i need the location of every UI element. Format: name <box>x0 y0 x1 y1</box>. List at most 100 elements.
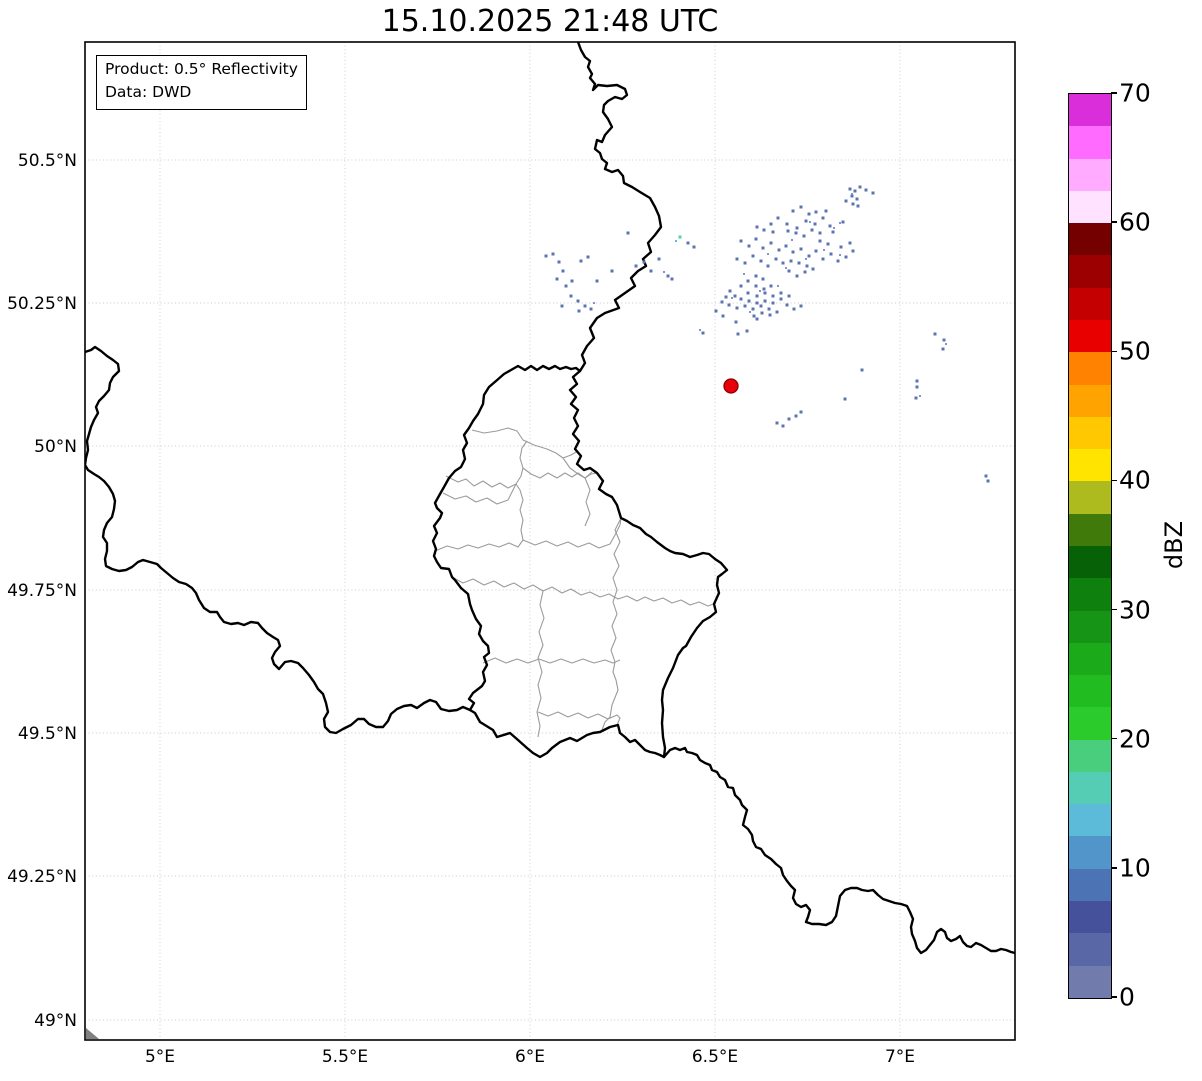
radar-echo-pixel <box>858 185 862 189</box>
radar-echo-pixel <box>836 259 840 263</box>
radar-echo-pixel <box>802 234 806 238</box>
radar-echo-pixel <box>807 212 811 216</box>
radar-echo-pixel <box>663 271 665 273</box>
radar-echo-pixel <box>561 269 565 273</box>
radar-echo-pixel <box>919 395 921 397</box>
radar-echo-pixel <box>634 264 638 268</box>
radar-echo-pixel <box>794 414 798 418</box>
border-france-belgium <box>85 345 472 735</box>
radar-echo-pixel <box>555 277 559 281</box>
radar-echo-pixel <box>739 297 743 301</box>
radar-echo-pixel <box>914 396 918 400</box>
canton-border <box>445 440 528 489</box>
radar-echo-pixel <box>583 304 587 308</box>
radar-echo-pixel <box>564 284 568 288</box>
radar-echo-pixel <box>811 267 815 271</box>
radar-echo-pixel <box>781 424 785 428</box>
canton-border <box>522 517 622 549</box>
radar-echo-pixel <box>839 245 843 249</box>
radar-echo-pixel <box>544 254 548 258</box>
colorbar-segment <box>1069 94 1111 127</box>
radar-echo-pixel <box>829 252 833 256</box>
radar-echo-pixel <box>848 187 852 191</box>
radar-echo-pixel <box>945 343 947 345</box>
radar-echo-pixel <box>807 254 811 258</box>
colorbar <box>1068 93 1112 999</box>
radar-echo-pixel <box>779 291 783 295</box>
radar-echo-pixel <box>724 295 728 299</box>
colorbar-tick-label: 40 <box>1119 465 1151 495</box>
radar-echo-pixel <box>728 289 732 293</box>
radar-echo-pixel <box>560 304 564 308</box>
map-layers <box>85 42 1015 955</box>
radar-echo-pixel <box>760 311 764 315</box>
map-plot: 50.5°N 50.25°N 50°N 49.75°N 49.5°N 49.25°N 49°… <box>7 41 1016 1067</box>
radar-station-marker <box>723 378 739 394</box>
colorbar-segment <box>1069 804 1111 837</box>
colorbar-segment <box>1069 352 1111 385</box>
colorbar-segment <box>1069 384 1111 417</box>
radar-echo-pixel <box>759 304 763 308</box>
radar-echo-pixel <box>747 299 751 303</box>
radar-echo-pixel <box>769 241 773 245</box>
radar-echo-pixel <box>746 291 750 295</box>
radar-echo-pixel <box>791 239 793 241</box>
radar-echo-pixel <box>769 222 773 226</box>
radar-echo-pixel <box>786 229 790 233</box>
radar-echo-pixel <box>984 474 988 478</box>
colorbar-segment <box>1069 642 1111 676</box>
radar-echo-pixel <box>670 277 674 281</box>
y-tick-label: 49.25°N <box>7 867 77 887</box>
radar-echo-pixel <box>766 264 770 268</box>
radar-echo-pixel <box>851 202 855 206</box>
radar-echo-pixel <box>739 284 743 288</box>
radar-echo-pixel <box>781 261 785 265</box>
radar-echo-pixel <box>678 235 682 239</box>
radar-echo-pixel <box>736 332 740 336</box>
radar-echo-pixel <box>843 397 847 401</box>
colorbar-segment <box>1069 319 1111 353</box>
map-frame <box>84 41 1016 1041</box>
radar-echo-pixel <box>915 379 919 383</box>
radar-echo-pixel <box>810 228 814 232</box>
radar-echo-pixel <box>844 255 848 259</box>
colorbar-segment <box>1069 771 1111 805</box>
radar-echo-pixel <box>787 417 791 421</box>
radar-echo-pixel <box>752 314 756 318</box>
colorbar-segment <box>1069 513 1111 546</box>
canton-border <box>482 657 621 664</box>
radar-echo-pixel <box>803 270 807 274</box>
radar-echo-pixel <box>824 209 828 213</box>
radar-figure: 15.10.2025 21:48 UTC 50.5°N 50.25°N 50°N 49… <box>0 0 1202 1081</box>
colorbar-segment <box>1069 126 1111 159</box>
canton-border <box>451 576 717 607</box>
radar-echo-pixel <box>784 244 788 248</box>
colorbar-unit-label: dBZ <box>1160 520 1188 570</box>
radar-echo-pixel <box>675 240 677 242</box>
radar-echo-pixel <box>759 259 763 263</box>
radar-echo-pixel <box>795 226 799 230</box>
radar-echo-pixel <box>767 253 769 255</box>
canton-border <box>584 477 591 527</box>
colorbar-segment <box>1069 481 1111 514</box>
radar-echo-pixel <box>739 239 743 243</box>
radar-echo-pixel <box>839 254 841 256</box>
radar-echo-pixel <box>848 241 852 245</box>
x-tick-label: 7°E <box>885 1047 915 1067</box>
radar-echo-pixel <box>777 248 781 252</box>
radar-echo-pixel <box>754 237 758 241</box>
radar-echo-pixel <box>751 254 755 258</box>
colorbar-segment <box>1069 868 1111 902</box>
radar-echo-pixel <box>787 294 791 298</box>
radar-echo-pixel <box>942 338 946 342</box>
echo-sky <box>675 240 677 242</box>
colorbar-tick <box>1111 608 1117 611</box>
x-tick-label: 5°E <box>145 1047 175 1067</box>
radar-echo-pixel <box>821 216 825 220</box>
radar-echo-pixel <box>727 303 731 307</box>
colorbar-tick <box>1111 221 1117 223</box>
radar-echo-pixel <box>818 239 822 243</box>
radar-echo-pixel <box>759 290 761 292</box>
radar-echo-pixel <box>915 385 919 389</box>
radar-echo-pixel <box>804 219 808 223</box>
